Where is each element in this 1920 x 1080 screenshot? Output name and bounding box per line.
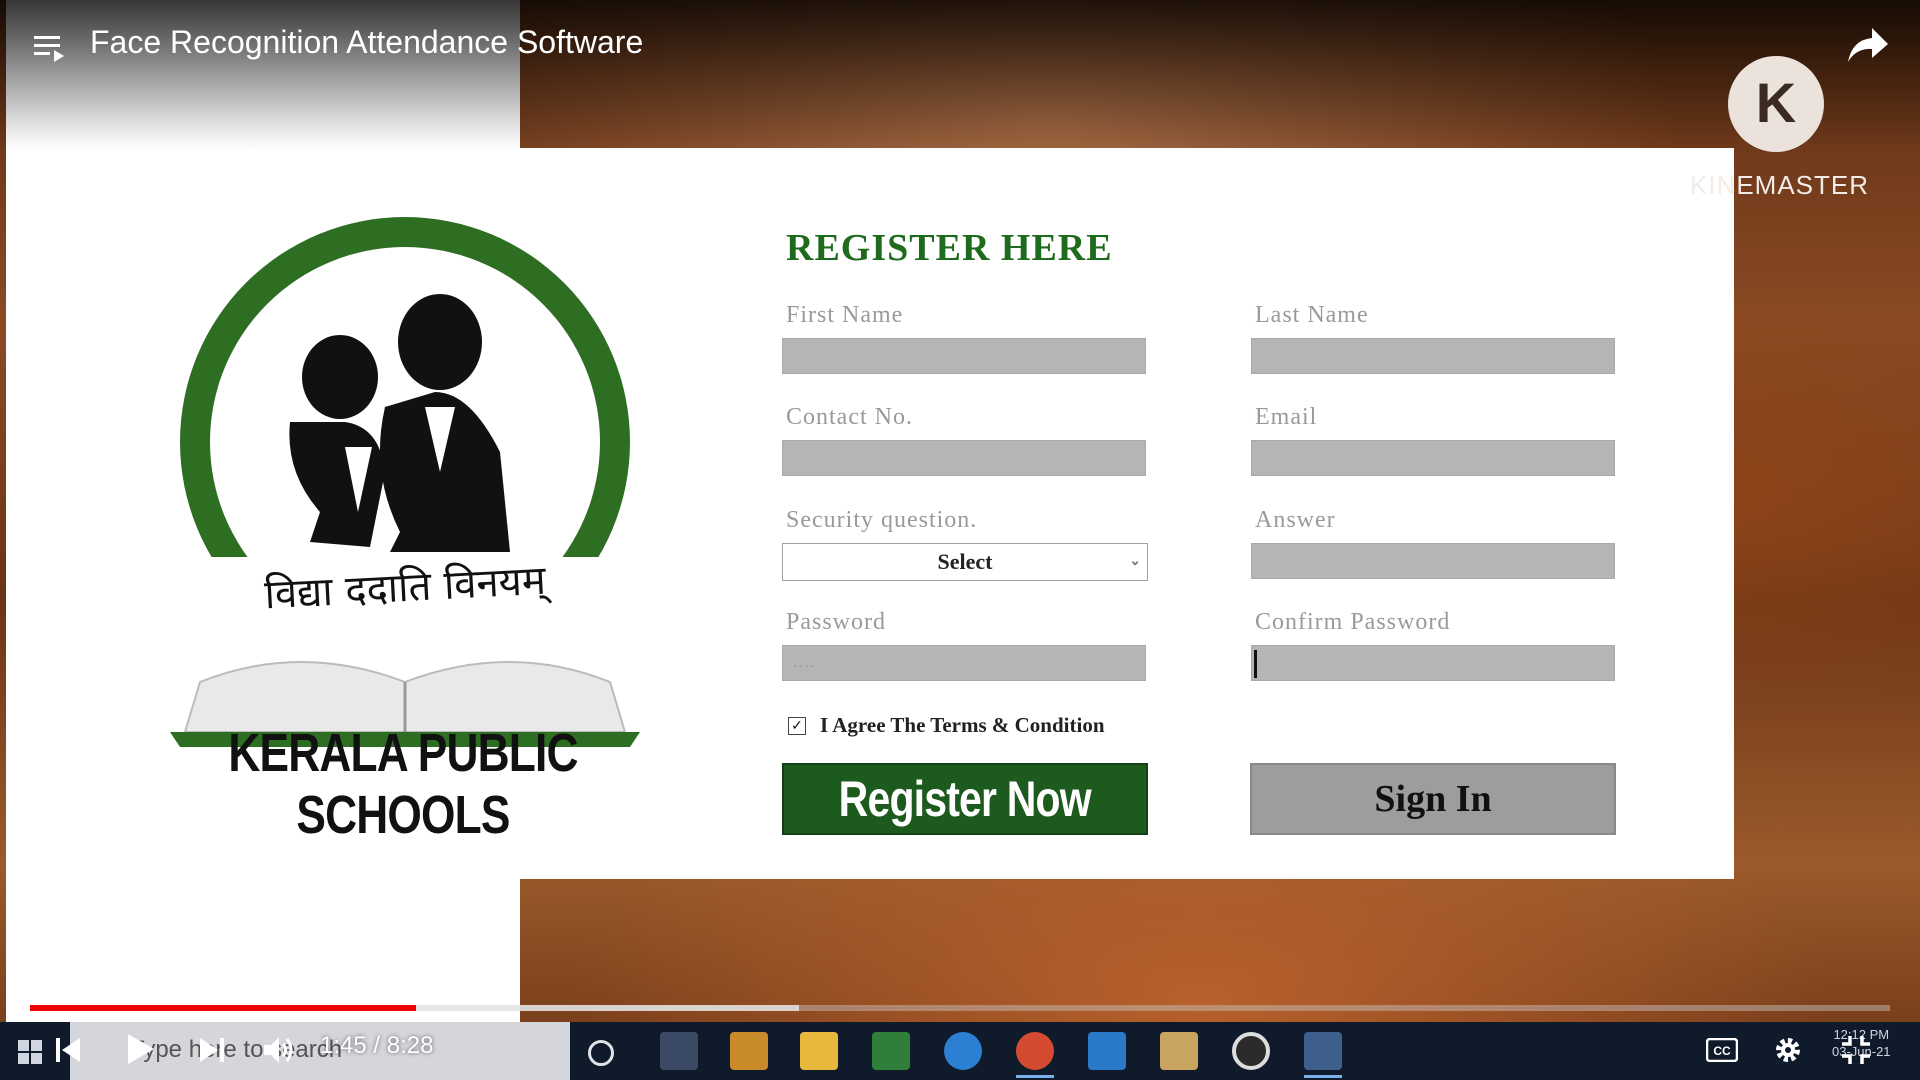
sign-in-label: Sign In [1374, 778, 1492, 820]
school-logo [170, 217, 640, 747]
task-view-icon[interactable] [660, 1032, 698, 1070]
vscode-icon[interactable] [1088, 1032, 1126, 1070]
video-progress-bar[interactable] [30, 1005, 1890, 1011]
previous-icon[interactable] [56, 1036, 82, 1064]
text-cursor [1254, 650, 1257, 678]
next-icon[interactable] [198, 1036, 224, 1064]
settings-gear-icon[interactable] [1772, 1034, 1804, 1066]
email-label: Email [1255, 404, 1318, 430]
confirm-password-label: Confirm Password [1255, 609, 1451, 635]
last-name-input[interactable] [1251, 338, 1615, 374]
playlist-icon[interactable] [34, 32, 68, 64]
play-icon[interactable] [126, 1032, 156, 1066]
captions-icon[interactable]: CC [1706, 1038, 1738, 1062]
security-question-label: Security question. [786, 507, 978, 533]
kinemaster-letter: K [1755, 71, 1797, 134]
edge-icon[interactable] [944, 1032, 982, 1070]
first-name-label: First Name [786, 302, 904, 328]
share-icon[interactable] [1846, 26, 1890, 64]
video-title[interactable]: Face Recognition Attendance Software [90, 24, 643, 61]
progress-played [30, 1005, 416, 1011]
chrome-active-indicator [1016, 1075, 1054, 1078]
answer-input[interactable] [1251, 543, 1615, 579]
volume-icon[interactable] [262, 1034, 296, 1066]
security-question-select[interactable]: Select ⌄ [782, 543, 1148, 581]
kinemaster-logo: K [1728, 56, 1824, 152]
terms-label: I Agree The Terms & Condition [820, 713, 1105, 737]
register-now-label: Register Now [838, 771, 1092, 827]
sublime-icon[interactable] [1160, 1032, 1198, 1070]
svg-text:CC: CC [1713, 1044, 1731, 1058]
email-input[interactable] [1251, 440, 1615, 476]
python-icon[interactable] [1304, 1032, 1342, 1070]
school-name: KERALA PUBLIC SCHOOLS [228, 723, 578, 845]
kinemaster-watermark: KINEMASTER [1690, 170, 1870, 200]
record-icon[interactable] [1232, 1032, 1270, 1070]
password-mask: .... [793, 654, 817, 670]
contact-label: Contact No. [786, 404, 913, 430]
python-active-indicator [1304, 1075, 1342, 1078]
video-top-gradient [0, 0, 1920, 150]
chevron-down-icon: ⌄ [1129, 554, 1141, 569]
video-time: 1:45 / 8:28 [320, 1032, 434, 1059]
taskbar-search-placeholder: Type here to search [130, 1036, 343, 1063]
last-name-label: Last Name [1255, 302, 1369, 328]
chrome-icon[interactable] [1016, 1032, 1054, 1070]
form-title: REGISTER HERE [786, 227, 1113, 269]
confirm-password-input[interactable] [1251, 645, 1615, 681]
store-icon[interactable] [730, 1032, 768, 1070]
app-icon[interactable] [872, 1032, 910, 1070]
file-explorer-icon[interactable] [800, 1032, 838, 1070]
answer-label: Answer [1255, 507, 1336, 533]
exit-fullscreen-icon[interactable] [1840, 1034, 1872, 1066]
sign-in-button[interactable]: Sign In [1250, 763, 1616, 835]
security-question-value: Select [937, 549, 993, 574]
password-input[interactable]: .... [782, 645, 1146, 681]
terms-row[interactable]: ✓ I Agree The Terms & Condition [788, 713, 1105, 738]
password-label: Password [786, 609, 887, 635]
terms-checkbox[interactable]: ✓ [788, 716, 806, 735]
windows-start-icon[interactable] [18, 1040, 42, 1064]
register-now-button[interactable]: Register Now [782, 763, 1148, 835]
first-name-input[interactable] [782, 338, 1146, 374]
cortana-icon[interactable] [588, 1040, 614, 1066]
contact-input[interactable] [782, 440, 1146, 476]
